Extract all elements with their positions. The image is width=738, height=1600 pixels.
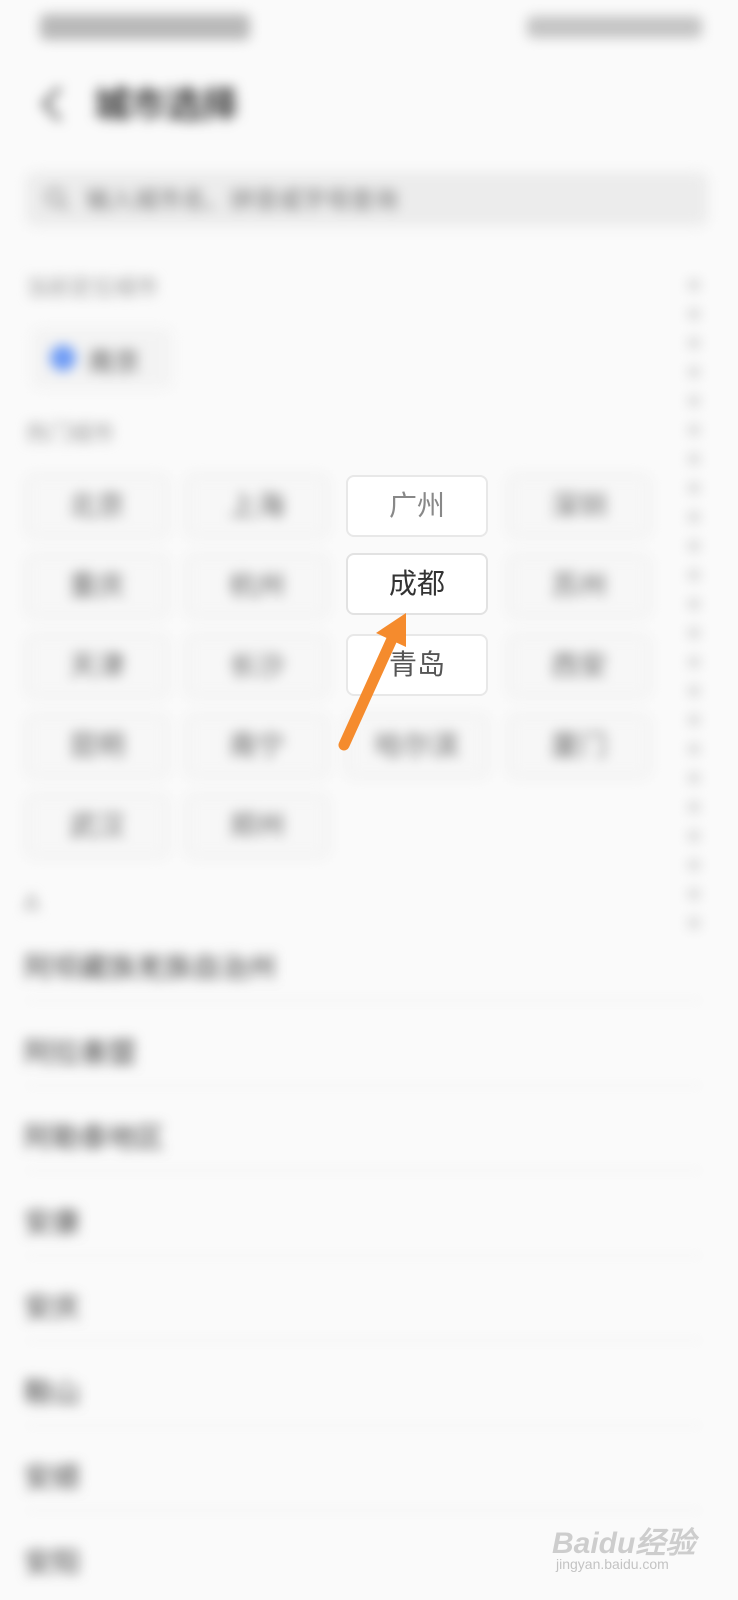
hot-city-button[interactable]: 天津	[26, 635, 168, 697]
hot-city-button[interactable]: 南宁	[186, 715, 328, 777]
list-section-letter: A	[24, 892, 40, 917]
hot-city-button[interactable]: 厦门	[508, 715, 650, 777]
city-list-item[interactable]: 安庆	[24, 1288, 80, 1328]
search-icon	[45, 187, 70, 212]
city-list-item[interactable]: 阿坝藏族羌族自治州	[24, 948, 276, 988]
hot-city-button[interactable]: 上海	[186, 475, 328, 537]
city-list-item[interactable]: 鞍山	[24, 1373, 80, 1413]
hot-city-button[interactable]: 重庆	[26, 555, 168, 617]
hot-city-button[interactable]: 北京	[26, 475, 168, 537]
watermark-url: jingyan.baidu.com	[556, 1556, 669, 1572]
hot-city-button[interactable]: 昆明	[26, 715, 168, 777]
status-info	[527, 16, 702, 38]
hot-city-button-guangzhou[interactable]: 广州	[346, 475, 488, 537]
page-title: 城市选择	[94, 85, 239, 126]
annotation-arrow-icon	[338, 613, 406, 751]
search-input[interactable]	[84, 180, 688, 220]
hot-city-button[interactable]: 杭州	[186, 555, 328, 617]
city-list-item[interactable]: 安康	[24, 1203, 80, 1243]
hot-city-button[interactable]: 长沙	[186, 635, 328, 697]
hot-city-button[interactable]: 深圳	[508, 475, 650, 537]
location-pin-icon	[50, 345, 76, 371]
list-divider	[24, 1170, 704, 1171]
city-list-item[interactable]: 安顺	[24, 1458, 80, 1498]
status-icons	[40, 14, 250, 40]
list-divider	[24, 1340, 704, 1341]
city-list-item[interactable]: 阿拉善盟	[24, 1033, 136, 1073]
hot-city-button[interactable]: 武汉	[26, 795, 168, 857]
back-arrow-icon[interactable]	[34, 84, 74, 124]
hot-city-button[interactable]: 郑州	[186, 795, 328, 857]
list-divider	[24, 1425, 704, 1426]
current-location-city: 南京	[88, 348, 141, 378]
hot-city-button[interactable]: 苏州	[508, 555, 650, 617]
current-location-chip[interactable]: 南京	[32, 328, 172, 388]
list-divider	[24, 1255, 704, 1256]
watermark: Baidu经验 jingyan.baidu.com	[552, 1490, 712, 1580]
current-location-label: 当前定位城市	[26, 276, 159, 301]
city-selection-screen: 城市选择 当前定位城市 南京 热门城市 北京 上海 广州 深圳 重庆 杭州 成都…	[0, 0, 738, 1600]
hot-cities-label: 热门城市	[26, 422, 115, 447]
list-divider	[24, 1085, 704, 1086]
hot-city-button[interactable]: 西安	[508, 635, 650, 697]
status-bar	[0, 0, 738, 60]
list-divider	[24, 1000, 704, 1001]
search-bar[interactable]	[26, 172, 708, 226]
city-list-item[interactable]: 安阳	[24, 1543, 80, 1583]
alphabet-index[interactable]	[684, 280, 704, 960]
city-list-item[interactable]: 阿勒泰地区	[24, 1118, 164, 1158]
